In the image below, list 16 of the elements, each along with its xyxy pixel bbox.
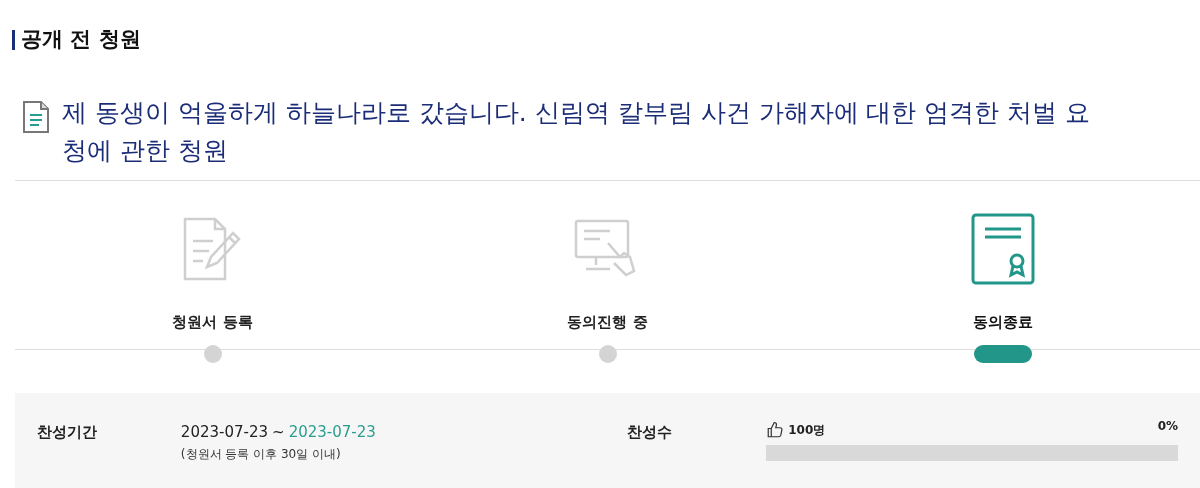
- votes-label: 찬성수: [627, 421, 674, 443]
- step-label: 동의종료: [972, 311, 1033, 333]
- vote-percent: 0%: [1157, 417, 1178, 435]
- petition-title: 제 동생이 억울하게 하늘나라로 갔습니다. 신림역 칼부림 사건 가해자에 대한 엄격한 처벌 요청에 관한 청원: [62, 96, 1092, 167]
- step-label: 동의진행 중: [567, 311, 648, 333]
- period-label: 찬성기간: [37, 421, 98, 443]
- thumbs-up-icon: [766, 420, 785, 439]
- date-separator: ~: [272, 421, 285, 443]
- vote-count: 100명: [788, 421, 826, 439]
- period-note: (청원서 등록 이후 30일 이내): [180, 446, 342, 463]
- section-title: 공개 전 청원: [21, 26, 141, 53]
- step-label: 청원서 등록: [172, 311, 253, 333]
- accent-bar: [12, 29, 15, 50]
- start-date: 2023-07-23: [180, 421, 269, 443]
- document-icon: [22, 99, 50, 134]
- end-date: 2023-07-23: [288, 421, 376, 443]
